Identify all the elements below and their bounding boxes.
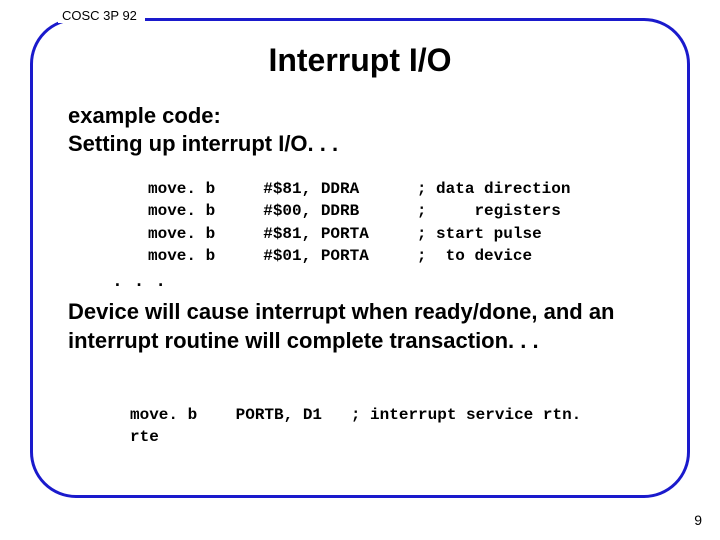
subtitle-line-1: example code:	[68, 103, 221, 128]
subtitle-line-2: Setting up interrupt I/O. . .	[68, 131, 338, 156]
code-block-setup: move. b #$81, DDRA ; data direction move…	[148, 178, 570, 268]
slide-title: Interrupt I/O	[0, 42, 720, 79]
paragraph: Device will cause interrupt when ready/d…	[68, 298, 658, 355]
code-line: move. b #$81, DDRA ; data direction	[148, 180, 570, 198]
ellipsis: . . .	[112, 272, 166, 292]
code-block-isr: move. b PORTB, D1 ; interrupt service rt…	[130, 404, 581, 449]
code-line: move. b #$01, PORTA ; to device	[148, 247, 532, 265]
page-number: 9	[694, 512, 702, 528]
course-tag: COSC 3P 92	[58, 8, 145, 23]
code-line: move. b #$81, PORTA ; start pulse	[148, 225, 542, 243]
code-line: move. b #$00, DDRB ; registers	[148, 202, 561, 220]
code-line: move. b PORTB, D1 ; interrupt service rt…	[130, 406, 581, 424]
code-line: rte	[130, 428, 159, 446]
slide: COSC 3P 92 Interrupt I/O example code: S…	[0, 0, 720, 540]
subtitle: example code: Setting up interrupt I/O. …	[68, 102, 338, 157]
